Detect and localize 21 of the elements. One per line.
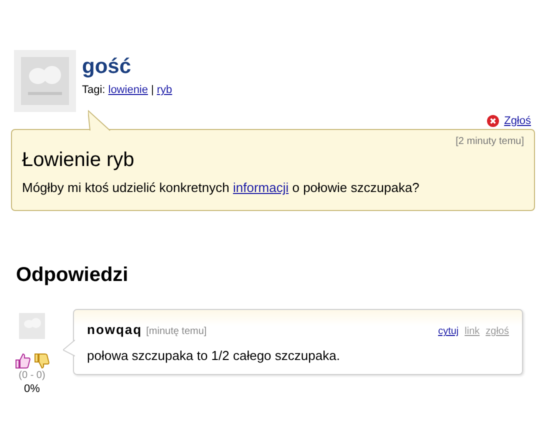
tag-separator: | bbox=[151, 84, 154, 96]
thumbs-up-icon[interactable] bbox=[14, 353, 30, 369]
question-text: Mógłby mi ktoś udzielić konkretnych informacji o połowie szczupaka? bbox=[22, 180, 420, 195]
close-icon bbox=[487, 115, 500, 127]
answer-text: połowa szczupaka to 1/2 całego szczupaka. bbox=[87, 348, 341, 363]
thumbs-down-icon[interactable] bbox=[34, 353, 50, 369]
tag-link[interactable]: lowienie bbox=[108, 84, 148, 96]
report-link[interactable]: Zgłoś bbox=[504, 115, 531, 127]
author-name: gość bbox=[82, 54, 132, 80]
tags-label: Tagi: bbox=[82, 84, 106, 96]
timestamp: [minutę temu] bbox=[146, 326, 207, 337]
info-link[interactable]: informacji bbox=[232, 180, 289, 195]
answer-author: nowqaq bbox=[87, 322, 142, 337]
question-title: Łowienie ryb bbox=[22, 149, 136, 172]
answers-heading: Odpowiedzi bbox=[16, 264, 130, 287]
tag-link[interactable]: ryb bbox=[156, 84, 172, 96]
timestamp: [2 minuty temu] bbox=[454, 135, 524, 147]
vote-percent: 0% bbox=[24, 383, 40, 395]
avatar-icon bbox=[14, 50, 76, 112]
action-link[interactable]: cytuj bbox=[438, 326, 459, 337]
vote-count: (0 - 0) bbox=[18, 370, 46, 381]
